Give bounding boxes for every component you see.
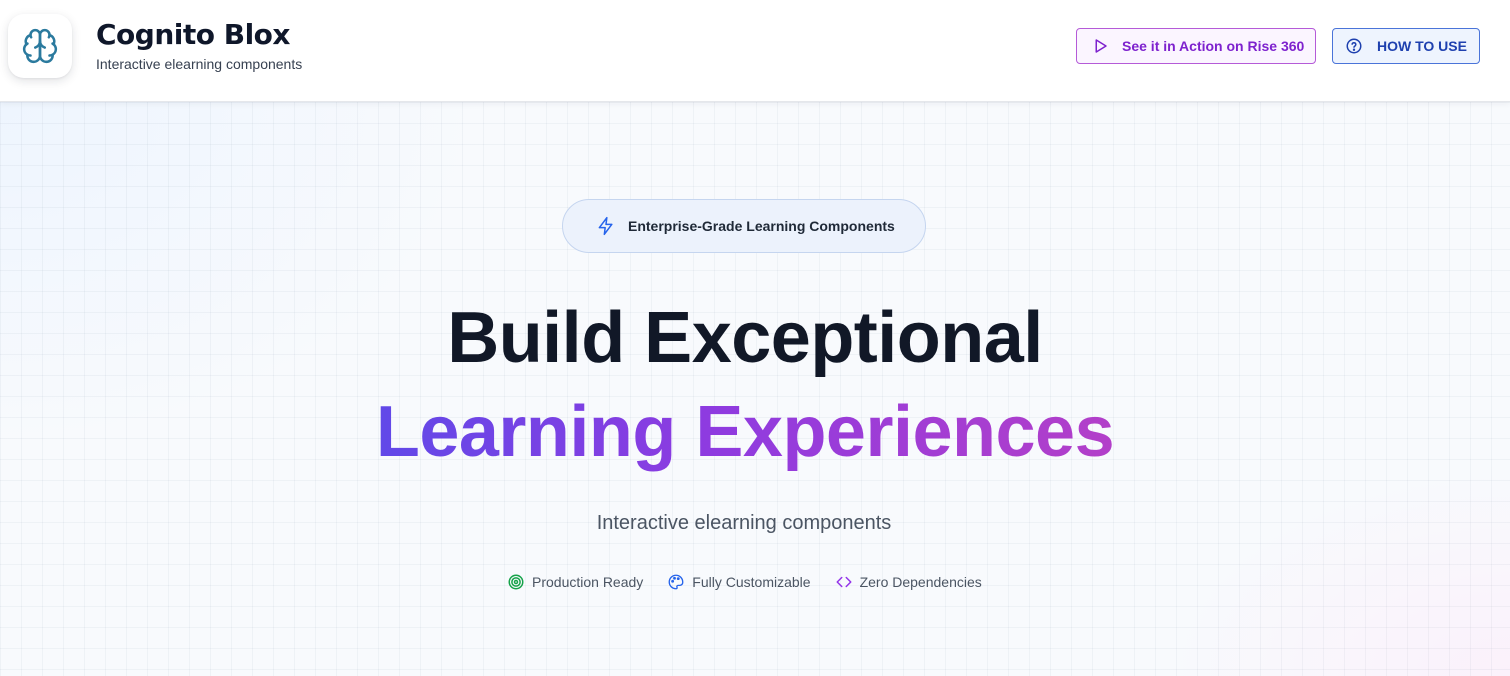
feature-fully-customizable: Fully Customizable [667,573,811,591]
play-icon [1091,37,1109,55]
palette-icon [667,573,685,591]
enterprise-badge-label: Enterprise-Grade Learning Components [628,218,895,234]
feature-label: Zero Dependencies [859,574,982,590]
see-in-action-label: See it in Action on Rise 360 [1122,38,1305,54]
lightning-icon [596,216,616,236]
feature-label: Fully Customizable [692,574,811,590]
hero-section: Enterprise-Grade Learning Components Bui… [0,102,1510,676]
feature-label: Production Ready [532,574,644,590]
how-to-use-label: HOW TO USE [1377,38,1467,54]
headline-line2: Learning Experiences [0,392,1490,472]
logo[interactable] [8,14,72,78]
code-icon [835,573,853,591]
brand-subtitle: Interactive elearning components [96,56,303,72]
brand-title: Cognito Blox [96,18,290,51]
brain-icon [21,27,59,65]
how-to-use-button[interactable]: HOW TO USE [1332,28,1480,64]
headline-line1: Build Exceptional [447,298,1043,378]
help-circle-icon [1345,37,1363,55]
see-in-action-button[interactable]: See it in Action on Rise 360 [1076,28,1316,64]
feature-list: Production Ready Fully Customizable Zero… [507,572,982,592]
feature-zero-dependencies: Zero Dependencies [835,573,982,591]
enterprise-badge: Enterprise-Grade Learning Components [562,199,926,253]
feature-production-ready: Production Ready [507,573,643,591]
top-header: Cognito Blox Interactive elearning compo… [0,0,1510,102]
hero-subtitle: Interactive elearning components [596,512,892,534]
headline-line2-text: Learning Experiences [375,392,1115,472]
target-icon [507,573,525,591]
